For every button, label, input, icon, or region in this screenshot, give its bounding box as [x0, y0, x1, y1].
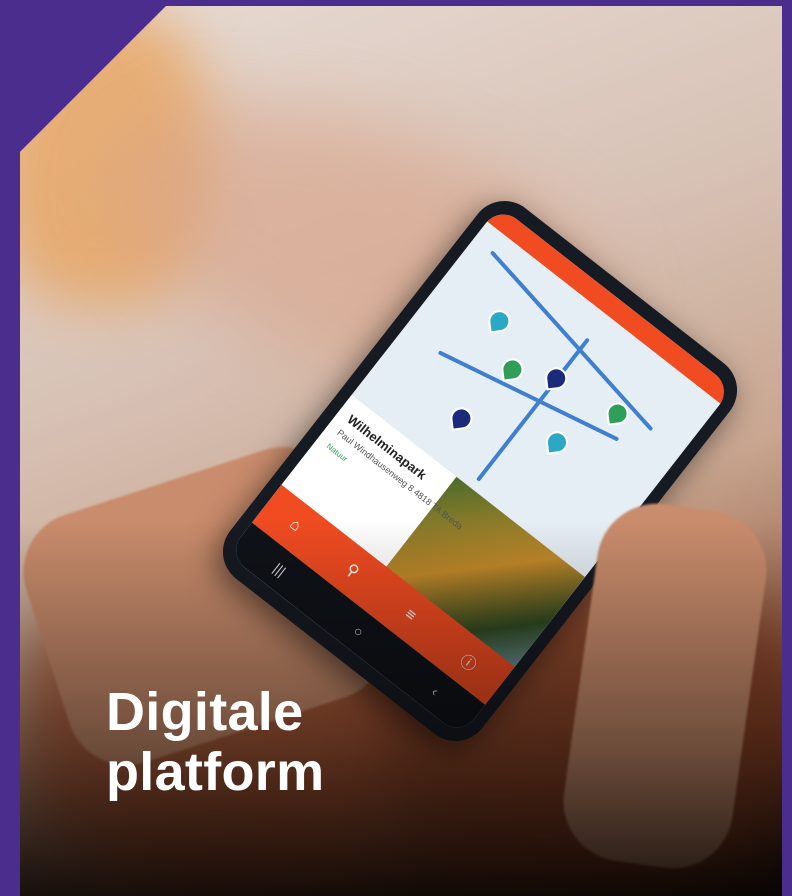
place-tag: Natuur: [324, 441, 350, 464]
headline: Digitale platform: [106, 682, 324, 802]
map-pin-icon: [544, 430, 570, 455]
map-pin-icon: [449, 406, 474, 431]
headline-line-1: Digitale: [106, 682, 304, 742]
map-road: [476, 337, 591, 482]
headline-line-2: platform: [106, 742, 325, 802]
map-pin-icon: [500, 357, 525, 382]
map-pin-icon: [487, 308, 512, 334]
hero-frame: Wilhelminapark Paul Windhausenweg 8 4818…: [0, 0, 792, 896]
